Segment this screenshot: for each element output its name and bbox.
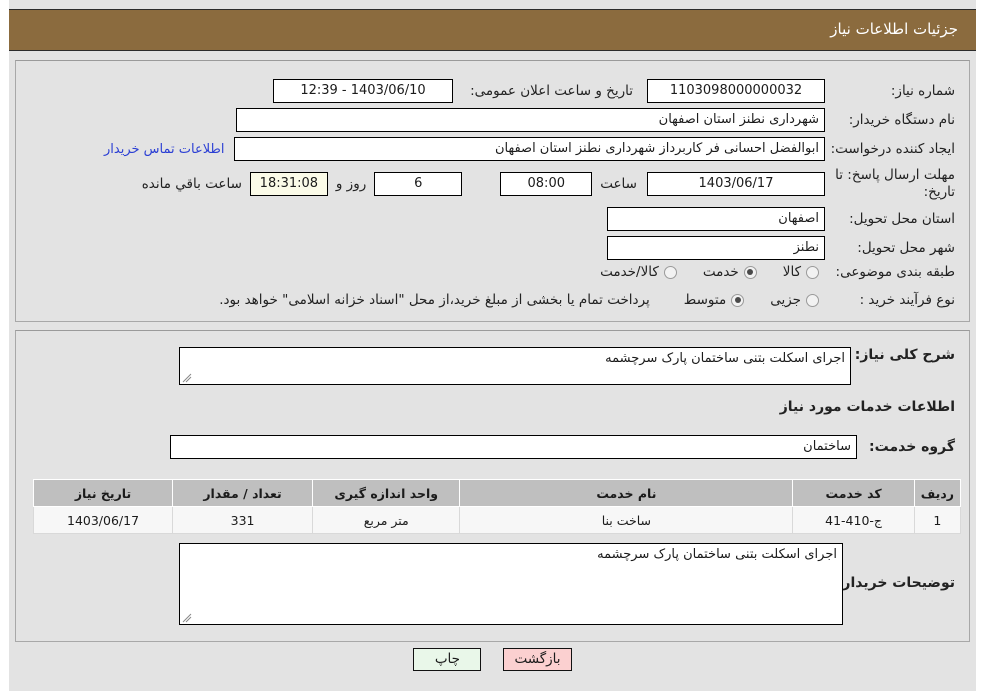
service-details-panel: شرح کلی نیاز: اجرای اسکلت بتنی ساختمان پ… xyxy=(15,330,970,642)
back-button[interactable]: بازگشت xyxy=(503,648,572,671)
announce-datetime-label: تاریخ و ساعت اعلان عمومی: xyxy=(470,83,633,99)
process-type-radio-group: جزیی متوسط xyxy=(658,292,819,308)
general-desc-label: شرح کلی نیاز: xyxy=(854,347,955,363)
cell-code: ج-410-41 xyxy=(792,506,915,534)
category-option-kala-khedmat[interactable]: کالا/خدمت xyxy=(600,264,677,280)
category-label: طبقه بندی موضوعی: xyxy=(835,264,955,280)
process-type-row: نوع فرآیند خرید : جزیی متوسط پرداخت تمام… xyxy=(30,292,955,308)
category-option-label: کالا xyxy=(782,264,801,280)
need-number-label: شماره نیاز: xyxy=(890,83,955,99)
buyer-comments-value: اجرای اسکلت بتنی ساختمان پارک سرچشمه xyxy=(597,547,837,562)
general-desc-row: شرح کلی نیاز: xyxy=(855,347,955,363)
process-option-label: متوسط xyxy=(683,292,727,308)
need-number-field[interactable]: 1103098000000032 xyxy=(647,79,825,103)
table-col-need-date: تاریخ نیاز xyxy=(32,479,174,507)
table-header-row: ردیف کد خدمت نام خدمت واحد اندازه گیری ت… xyxy=(32,479,962,507)
request-creator-label: ایجاد کننده درخواست: xyxy=(830,141,955,157)
radio-circle[interactable] xyxy=(731,293,745,307)
delivery-city-field[interactable]: نطنز xyxy=(607,236,825,260)
category-radio-group: کالا خدمت کالا/خدمت xyxy=(574,264,819,280)
buyer-org-label: نام دستگاه خریدار: xyxy=(848,112,955,128)
buyer-org-field[interactable]: شهرداری نطنز استان اصفهان xyxy=(236,108,825,132)
action-button-bar: بازگشت چاپ xyxy=(9,648,976,671)
buyer-comments-textarea[interactable]: اجرای اسکلت بتنی ساختمان پارک سرچشمه xyxy=(179,543,843,625)
deadline-days-field[interactable]: 6 xyxy=(374,172,463,196)
delivery-city-row: شهر محل تحویل: نطنز xyxy=(607,236,955,260)
buyer-comments-row: توضیحات خریدار: xyxy=(836,575,955,591)
process-option-motavaset[interactable]: متوسط xyxy=(683,292,745,308)
category-option-kala[interactable]: کالا xyxy=(783,264,819,280)
cell-name: ساخت بنا xyxy=(459,506,794,534)
cell-unit: متر مربع xyxy=(312,506,461,534)
deadline-remaining-field: 18:31:08 xyxy=(249,172,328,196)
general-desc-textarea[interactable]: اجرای اسکلت بتنی ساختمان پارک سرچشمه xyxy=(179,347,851,385)
print-button[interactable]: چاپ xyxy=(413,648,482,671)
buyer-contact-link[interactable]: اطلاعات تماس خریدار xyxy=(104,142,224,157)
request-creator-row: ایجاد کننده درخواست: ابوالفضل احسانی فر … xyxy=(30,137,955,161)
table-col-code: کد خدمت xyxy=(792,479,915,507)
announce-datetime-field[interactable]: 1403/06/10 - 12:39 xyxy=(273,79,453,103)
services-table: ردیف کد خدمت نام خدمت واحد اندازه گیری ت… xyxy=(32,479,962,534)
table-col-name: نام خدمت xyxy=(459,479,794,507)
radio-circle[interactable] xyxy=(743,265,757,279)
page-root: AnaTender جزئیات اطلاعات نیاز شماره نیاز… xyxy=(0,0,985,691)
category-row: طبقه بندی موضوعی: کالا خدمت کالا/خدمت xyxy=(574,264,955,280)
treasury-note: پرداخت تمام یا بخشی از مبلغ خرید،از محل … xyxy=(219,292,650,308)
buyer-comments-label: توضیحات خریدار: xyxy=(836,575,955,591)
category-option-khedmat[interactable]: خدمت xyxy=(703,264,757,280)
process-option-jozei[interactable]: جزیی xyxy=(770,292,819,308)
service-group-field[interactable]: ساختمان xyxy=(170,435,857,459)
general-desc-value: اجرای اسکلت بتنی ساختمان پارک سرچشمه xyxy=(605,351,845,366)
delivery-province-field[interactable]: اصفهان xyxy=(607,207,825,231)
resize-grip-icon[interactable] xyxy=(182,613,192,623)
radio-circle[interactable] xyxy=(663,265,677,279)
cell-need-date: 1403/06/17 xyxy=(32,506,174,534)
radio-circle[interactable] xyxy=(806,293,819,307)
table-col-radif: ردیف xyxy=(913,479,962,507)
request-creator-field[interactable]: ابوالفضل احسانی فر کاربرداز شهرداری نطنز… xyxy=(234,137,825,161)
service-group-label: گروه خدمت: xyxy=(869,439,955,455)
table-row: 1 ج-410-41 ساخت بنا متر مربع 331 1403/06… xyxy=(32,506,962,534)
radio-circle[interactable] xyxy=(806,265,819,279)
cell-radif: 1 xyxy=(913,506,962,534)
deadline-row: مهلت ارسال پاسخ: تا تاریخ: 1403/06/17 سا… xyxy=(142,167,955,201)
resize-grip-icon[interactable] xyxy=(182,373,192,383)
buyer-org-row: نام دستگاه خریدار: شهرداری نطنز استان اص… xyxy=(30,108,955,132)
deadline-hour-label: ساعت xyxy=(600,176,637,192)
page-title-bar: جزئیات اطلاعات نیاز xyxy=(9,9,976,51)
announce-datetime-row: تاریخ و ساعت اعلان عمومی: 1403/06/10 - 1… xyxy=(273,79,633,103)
category-option-label: کالا/خدمت xyxy=(600,264,659,280)
need-number-row: شماره نیاز: 1103098000000032 xyxy=(647,79,955,103)
cell-quantity: 331 xyxy=(172,506,314,534)
need-info-panel: شماره نیاز: 1103098000000032 تاریخ و ساع… xyxy=(15,60,970,322)
deadline-label: مهلت ارسال پاسخ: تا تاریخ: xyxy=(835,167,955,200)
services-section-title-row: اطلاعات خدمات مورد نیاز xyxy=(780,399,955,415)
table-col-quantity: تعداد / مقدار xyxy=(172,479,314,507)
delivery-province-label: استان محل تحویل: xyxy=(849,211,955,227)
deadline-remaining-label: ساعت باقي مانده xyxy=(141,176,242,192)
delivery-city-label: شهر محل تحویل: xyxy=(857,240,955,256)
process-option-label: جزیی xyxy=(770,292,801,308)
category-option-label: خدمت xyxy=(702,264,739,280)
page-title: جزئیات اطلاعات نیاز xyxy=(830,20,958,38)
deadline-days-label: روز و xyxy=(335,176,367,192)
deadline-time-field[interactable]: 08:00 xyxy=(500,172,593,196)
table-col-unit: واحد اندازه گیری xyxy=(312,479,461,507)
delivery-province-row: استان محل تحویل: اصفهان xyxy=(607,207,955,231)
process-type-label: نوع فرآیند خرید : xyxy=(859,292,955,308)
deadline-date-field[interactable]: 1403/06/17 xyxy=(647,172,825,196)
services-section-title: اطلاعات خدمات مورد نیاز xyxy=(779,399,955,415)
service-group-row: گروه خدمت: ساختمان xyxy=(30,435,955,459)
